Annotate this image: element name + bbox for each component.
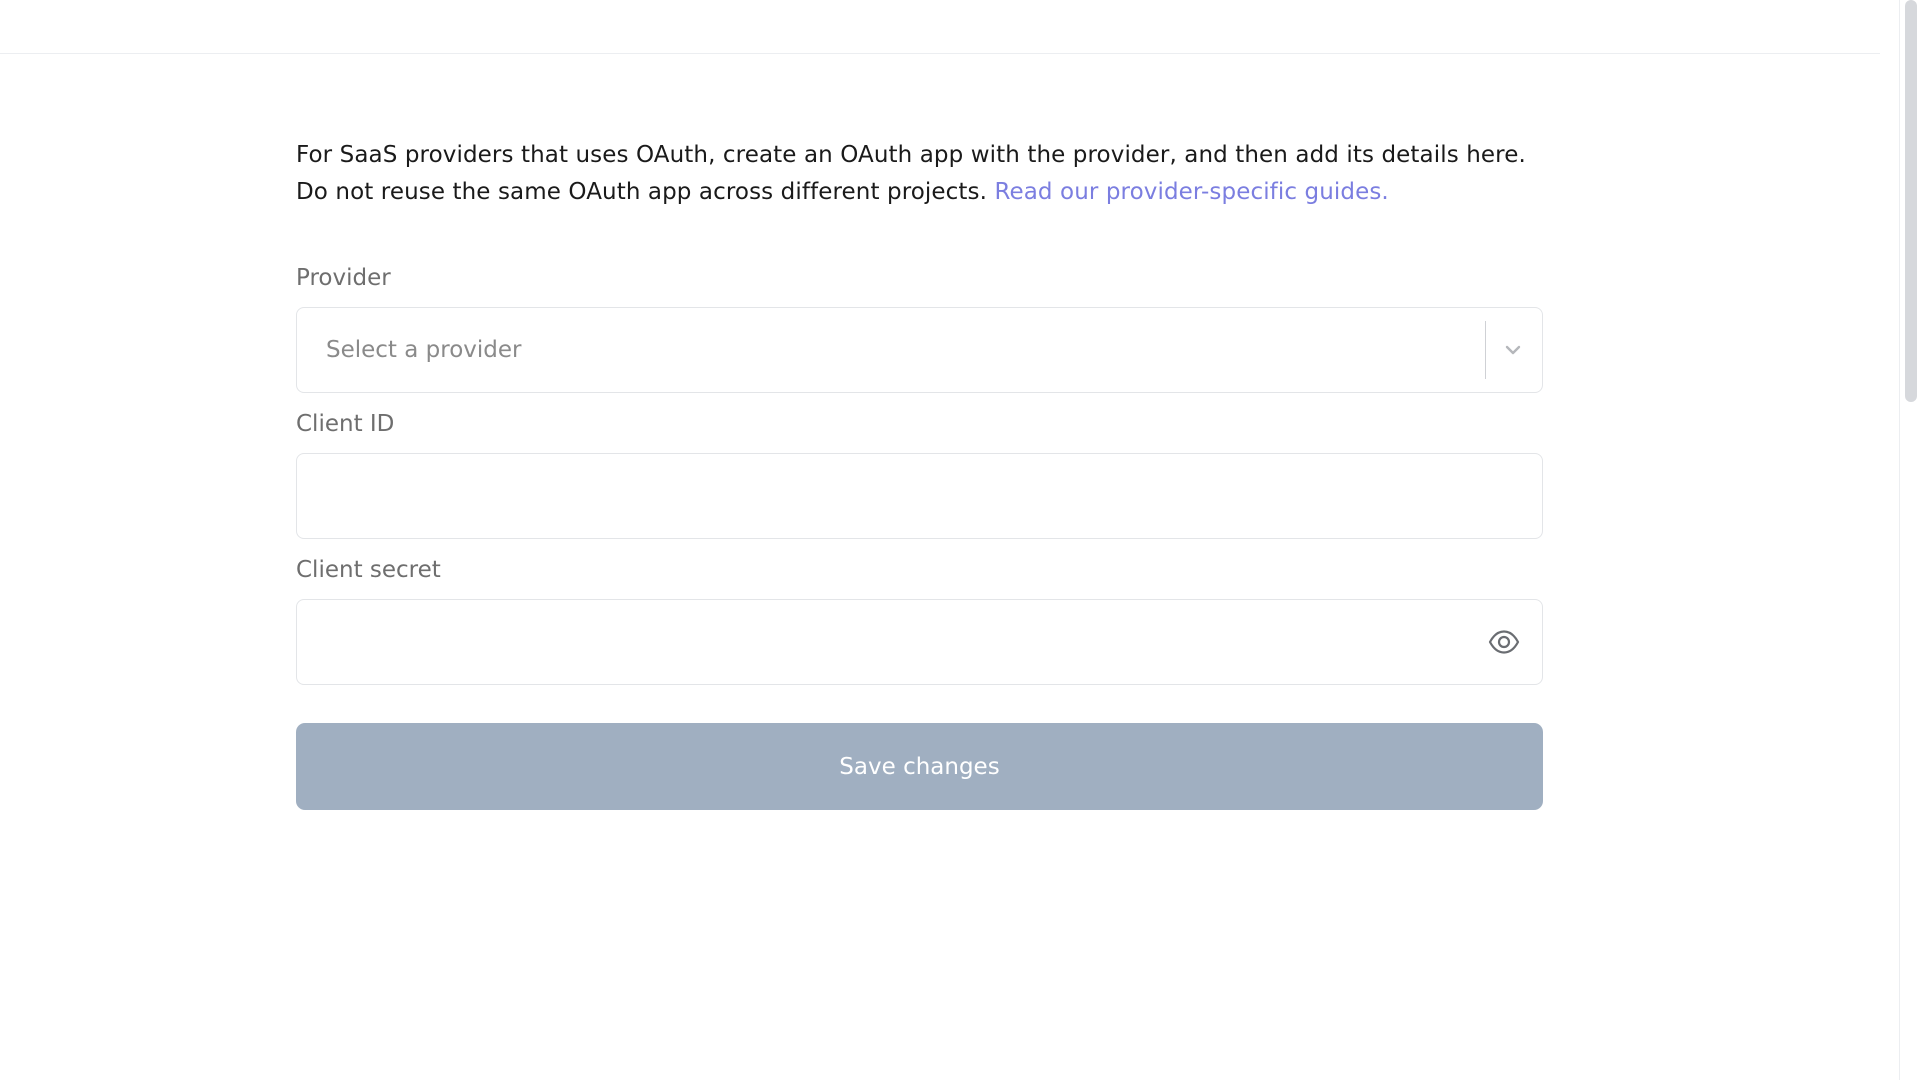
- page: For SaaS providers that uses OAuth, crea…: [0, 0, 1920, 1080]
- top-bar: [0, 0, 1880, 54]
- scrollbar-thumb[interactable]: [1905, 0, 1917, 402]
- eye-icon[interactable]: [1486, 624, 1522, 660]
- client-secret-wrapper: [296, 599, 1543, 685]
- provider-guides-link[interactable]: Read our provider-specific guides.: [994, 179, 1388, 205]
- client-secret-input[interactable]: [297, 600, 1542, 684]
- scrollbar-divider: [1899, 0, 1900, 1080]
- client-id-wrapper: [296, 453, 1543, 539]
- save-changes-button[interactable]: Save changes: [296, 723, 1543, 810]
- vertical-scrollbar[interactable]: [1900, 0, 1920, 1080]
- provider-label: Provider: [296, 265, 391, 291]
- provider-select-placeholder: Select a provider: [326, 337, 522, 363]
- client-id-label: Client ID: [296, 411, 395, 437]
- client-secret-label: Client secret: [296, 557, 441, 583]
- oauth-form: For SaaS providers that uses OAuth, crea…: [296, 137, 1543, 810]
- select-divider: [1485, 321, 1486, 379]
- provider-select[interactable]: Select a provider: [296, 307, 1543, 393]
- client-id-input[interactable]: [297, 454, 1542, 538]
- intro-paragraph: For SaaS providers that uses OAuth, crea…: [296, 137, 1543, 211]
- chevron-down-icon[interactable]: [1496, 333, 1530, 367]
